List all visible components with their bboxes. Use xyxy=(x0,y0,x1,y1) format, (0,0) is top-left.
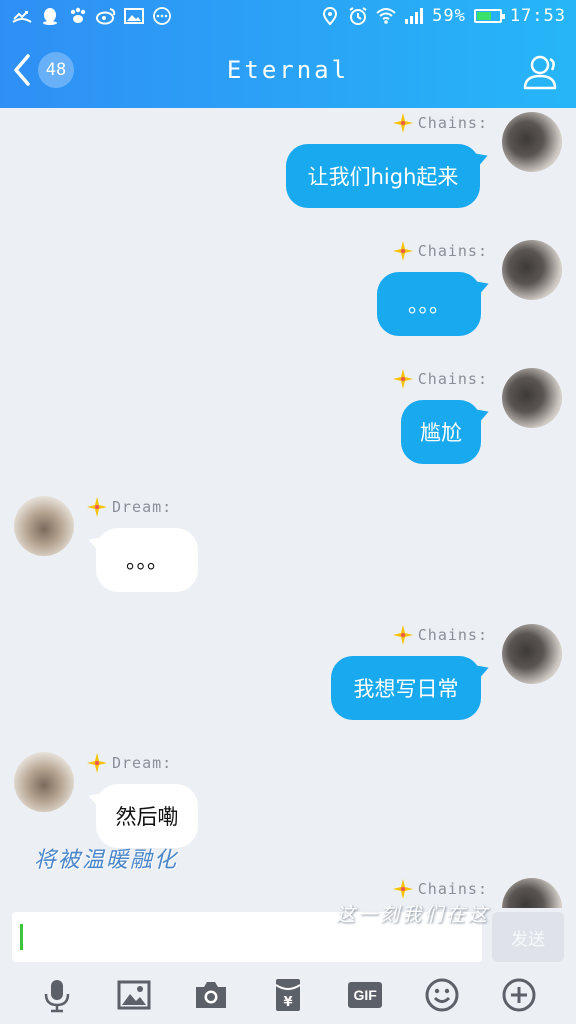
avatar[interactable] xyxy=(14,752,74,812)
weibo-icon xyxy=(96,8,116,25)
paw-icon xyxy=(70,7,86,23)
voice-button[interactable] xyxy=(37,975,77,1015)
emoji-button[interactable] xyxy=(422,975,462,1015)
sender-name: Chains: xyxy=(417,370,488,388)
image-button[interactable] xyxy=(114,975,154,1015)
sender-name: Chains: xyxy=(417,114,488,132)
star-badge-icon xyxy=(392,241,413,261)
message-row: Chains: 。。。 xyxy=(0,236,576,346)
star-badge-icon xyxy=(87,497,107,517)
red-packet-icon: ¥ xyxy=(275,979,301,1011)
camera-button[interactable] xyxy=(191,975,231,1015)
profile-icon[interactable] xyxy=(522,52,562,92)
star-badge-icon xyxy=(392,113,413,133)
message-bubble[interactable]: 然后嘞 xyxy=(96,784,198,848)
sender-name: Chains: xyxy=(417,242,488,260)
chat-title: Eternal xyxy=(226,56,350,84)
message-row: Chains: 尴尬 xyxy=(0,364,576,474)
star-badge-icon xyxy=(392,879,413,899)
gif-icon: GIF xyxy=(348,982,383,1008)
send-button[interactable]: 发送 xyxy=(492,912,564,962)
battery-percent: 59% xyxy=(432,6,466,26)
image-icon xyxy=(117,980,151,1010)
missed-call-icon xyxy=(12,11,32,23)
message-row: Chains: 我想写日常 xyxy=(0,620,576,730)
avatar[interactable] xyxy=(502,240,562,300)
dots-icon xyxy=(153,7,171,25)
clock: 17:53 xyxy=(509,6,566,26)
wifi-icon xyxy=(376,8,396,24)
gif-button[interactable]: GIF xyxy=(345,975,385,1015)
star-badge-icon xyxy=(392,625,413,645)
text-caret xyxy=(20,924,23,950)
battery-icon xyxy=(473,9,505,23)
title-bar: 48 Eternal xyxy=(0,36,576,108)
camera-icon xyxy=(195,982,226,1008)
plus-icon xyxy=(502,978,536,1012)
message-bubble[interactable]: 我想写日常 xyxy=(331,656,481,720)
status-bar: 59% 17:53 xyxy=(0,0,576,36)
alarm-icon xyxy=(349,7,367,25)
microphone-icon xyxy=(44,980,69,1013)
star-badge-icon xyxy=(392,369,413,389)
message-row: Chains: 让我们high起来 xyxy=(0,108,576,218)
chat-area[interactable]: Chains: 让我们high起来 Chains: 。。。 Chains: 尴尬… xyxy=(0,108,576,908)
sender-name: Chains: xyxy=(417,880,488,898)
avatar[interactable] xyxy=(502,112,562,172)
signal-icon xyxy=(405,8,424,24)
avatar[interactable] xyxy=(502,624,562,684)
sender-name: Chains: xyxy=(417,626,488,644)
location-icon xyxy=(323,6,338,26)
message-bubble[interactable]: 。。。 xyxy=(377,272,481,336)
emoji-icon xyxy=(425,978,459,1012)
overlay-caption-left: 将被温暖融化 xyxy=(34,848,179,873)
message-bubble[interactable]: 让我们high起来 xyxy=(286,144,480,208)
message-bubble[interactable]: 。。。 xyxy=(96,528,198,592)
more-button[interactable] xyxy=(499,975,539,1015)
svg-text:¥: ¥ xyxy=(283,995,292,1010)
star-badge-icon xyxy=(87,753,107,773)
overlay-caption-right: 这一刻我们在这 xyxy=(336,904,491,926)
red-packet-button[interactable]: ¥ xyxy=(268,975,308,1015)
avatar[interactable] xyxy=(502,878,562,908)
sender-name: Dream: xyxy=(112,754,173,772)
avatar[interactable] xyxy=(14,496,74,556)
sender-name: Dream: xyxy=(112,498,173,516)
top-bar: 59% 17:53 48 Eternal xyxy=(0,0,576,108)
avatar[interactable] xyxy=(502,368,562,428)
message-bubble[interactable]: 尴尬 xyxy=(401,400,481,464)
message-row: Dream: 。。。 xyxy=(0,492,576,602)
input-toolbar: ¥ GIF xyxy=(0,966,576,1024)
gallery-icon xyxy=(124,8,144,24)
qq-penguin-icon xyxy=(43,8,57,25)
